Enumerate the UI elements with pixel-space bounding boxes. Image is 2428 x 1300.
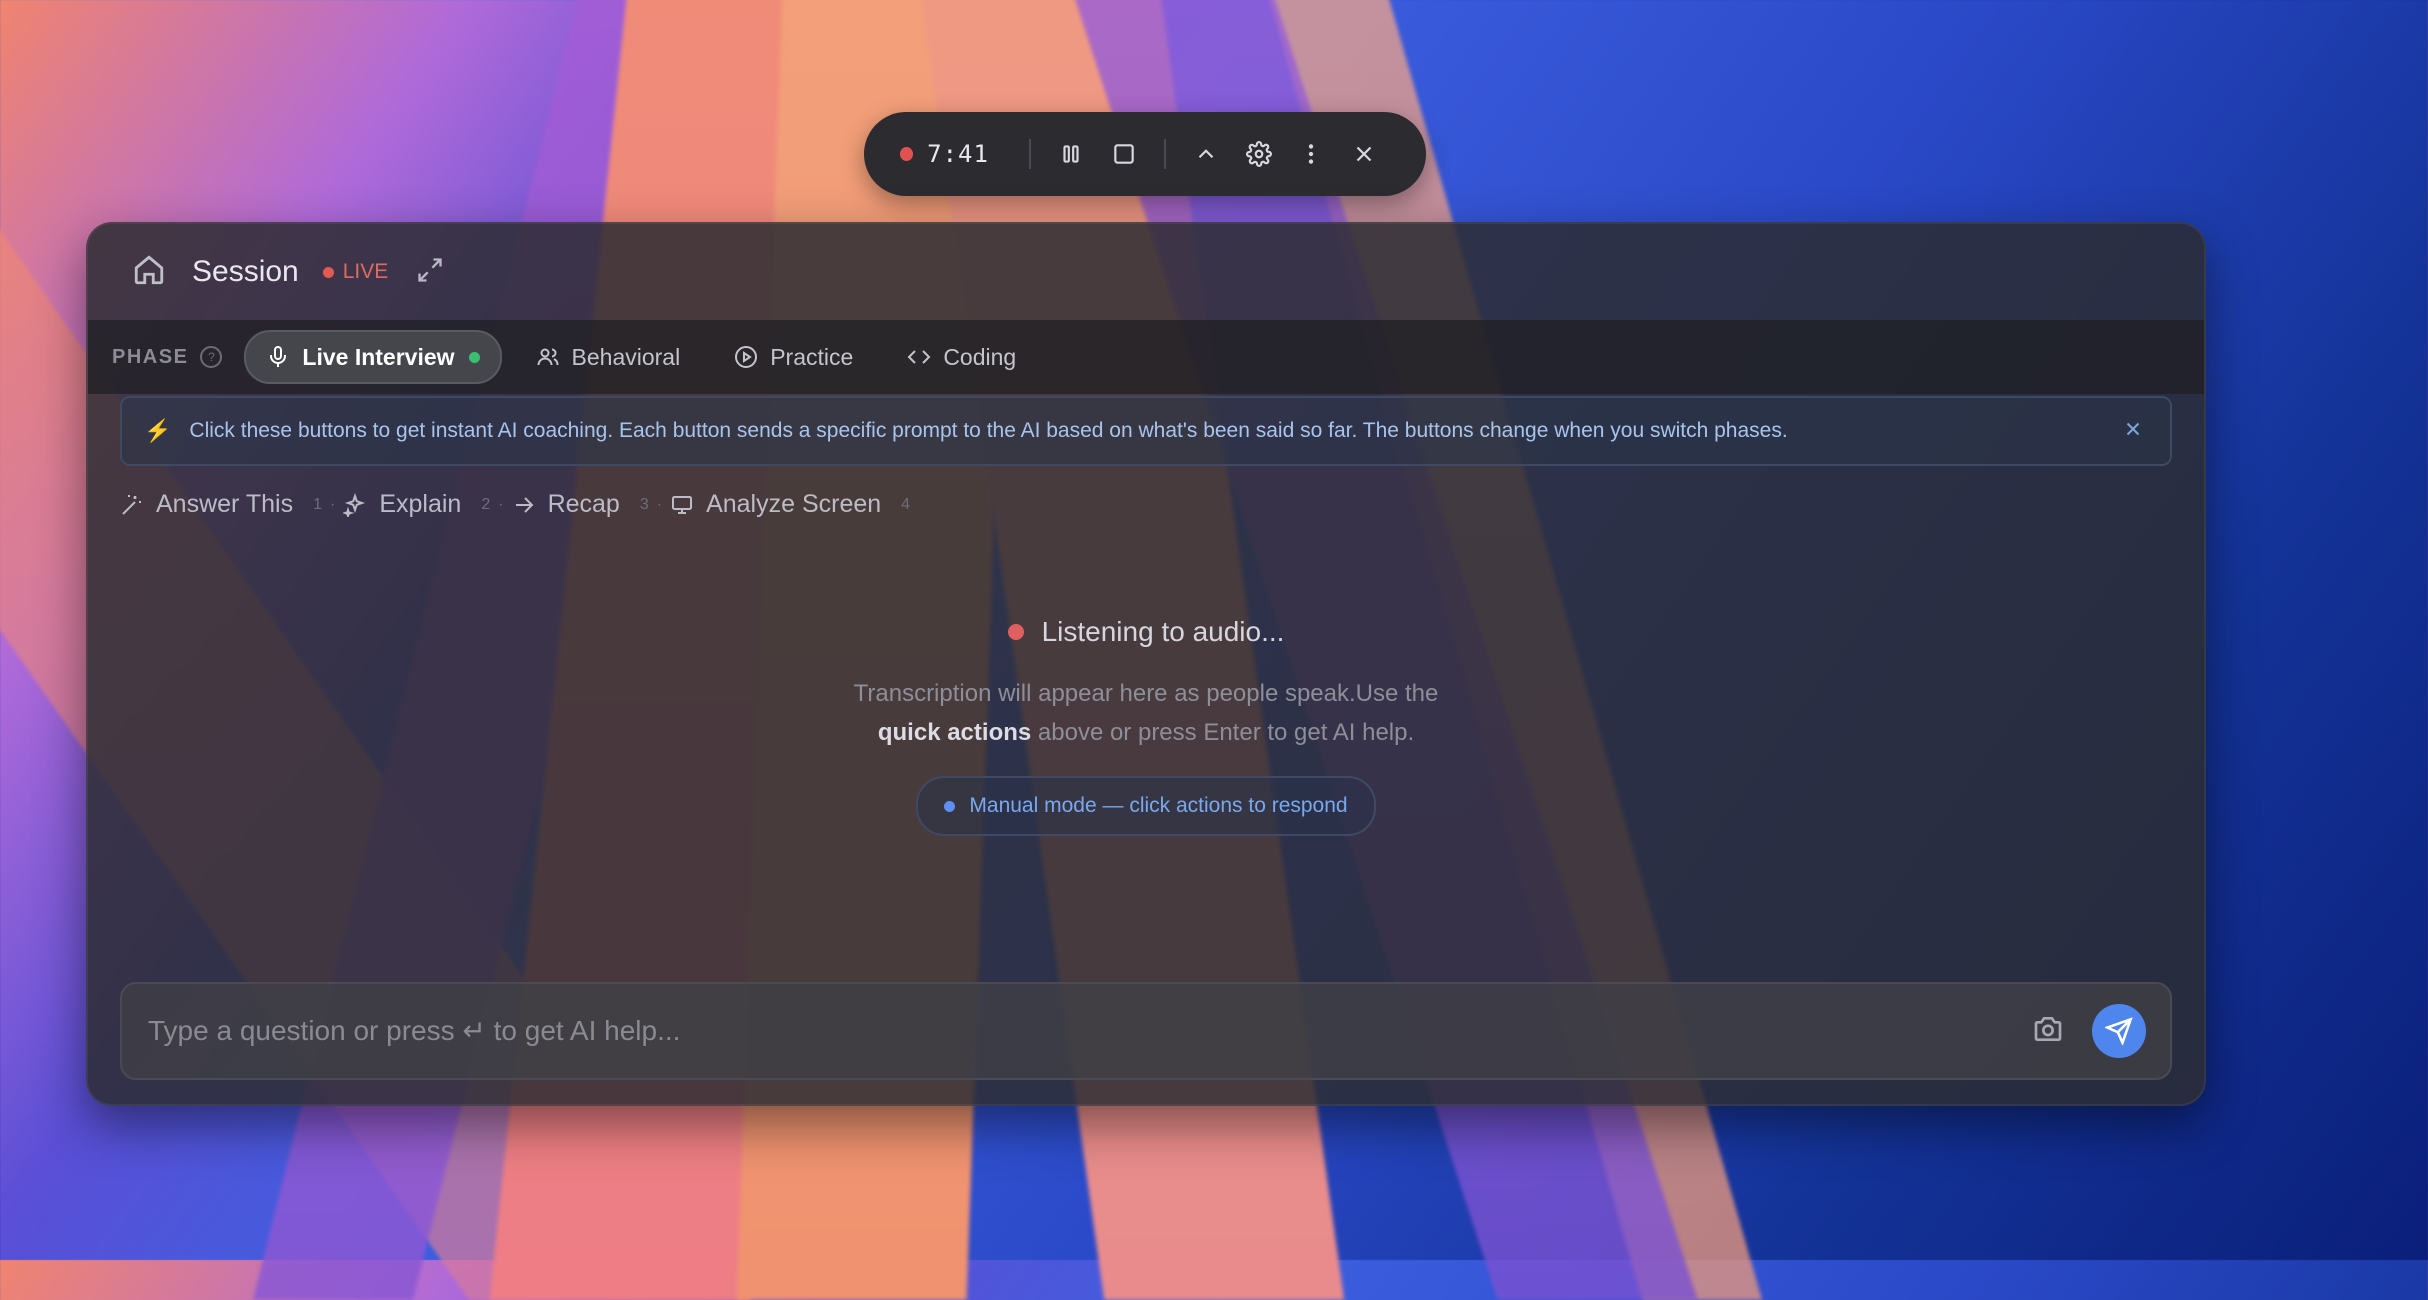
dismiss-banner-button[interactable]	[2122, 418, 2150, 446]
live-label: LIVE	[342, 260, 389, 283]
divider	[1163, 139, 1166, 169]
description-text: above or press Enter to get AI help.	[1031, 719, 1415, 746]
recording-timer: 7:41	[927, 140, 989, 168]
home-icon	[134, 254, 164, 284]
monitor-icon	[672, 495, 693, 514]
mode-dot-icon	[944, 800, 956, 812]
manual-mode-badge: Manual mode — click actions to respond	[916, 776, 1376, 836]
users-icon	[537, 348, 559, 366]
arrow-right-icon	[515, 496, 533, 513]
panel-header: Session LIVE	[88, 224, 2204, 320]
action-label: Answer This	[156, 490, 294, 518]
play-circle-icon	[735, 346, 758, 368]
tab-behavioral[interactable]: Behavioral	[516, 332, 701, 382]
settings-button[interactable]	[1232, 126, 1285, 182]
magic-wand-icon	[122, 494, 141, 515]
close-button[interactable]	[1337, 126, 1390, 182]
more-button[interactable]	[1285, 126, 1338, 182]
tab-label: Coding	[943, 343, 1017, 370]
recap-button[interactable]: Recap	[512, 490, 620, 519]
more-vertical-icon	[1308, 144, 1314, 164]
stop-button[interactable]	[1097, 126, 1150, 182]
action-label: Analyze Screen	[706, 490, 882, 518]
mic-icon	[270, 346, 287, 367]
session-panel: Session LIVE PHASE ? Live Interview Beha…	[86, 222, 2206, 1106]
tab-label: Behavioral	[571, 343, 681, 370]
shortcut-hint: 3	[639, 495, 649, 513]
pause-button[interactable]	[1045, 126, 1098, 182]
code-icon	[907, 350, 931, 364]
description-text: Transcription will appear here as people…	[853, 680, 1439, 707]
camera-icon	[2034, 1016, 2062, 1041]
screenshot-button[interactable]	[2032, 1013, 2064, 1050]
home-button[interactable]	[132, 253, 166, 292]
close-icon	[1356, 146, 1371, 162]
page-title: Session	[192, 255, 299, 288]
expand-button[interactable]	[416, 256, 444, 289]
tab-practice[interactable]: Practice	[714, 332, 873, 382]
separator: ·	[330, 495, 336, 513]
divider	[1028, 139, 1031, 169]
action-label: Recap	[547, 490, 620, 518]
listening-status: Listening to audio...	[88, 616, 2204, 648]
tab-label: Live Interview	[302, 343, 455, 370]
recording-control-bar: 7:41	[864, 112, 1426, 196]
close-icon	[2126, 422, 2140, 436]
empty-state-description: Transcription will appear here as people…	[846, 674, 1446, 752]
active-dot-icon	[468, 351, 480, 363]
live-badge: LIVE	[322, 260, 389, 284]
pause-icon	[1063, 145, 1079, 163]
description-emphasis: quick actions	[877, 719, 1032, 746]
transcript-empty-state: Listening to audio... Transcription will…	[88, 616, 2204, 836]
tab-live-interview[interactable]: Live Interview	[244, 330, 502, 384]
tab-coding[interactable]: Coding	[887, 332, 1036, 382]
send-icon	[2105, 1017, 2133, 1045]
phase-bar: PHASE ? Live Interview Behavioral Practi…	[88, 320, 2204, 394]
info-banner-text: Click these buttons to get instant AI co…	[189, 419, 1788, 442]
question-input[interactable]	[146, 1014, 2032, 1048]
answer-this-button[interactable]: Answer This	[120, 490, 293, 519]
stop-icon	[1113, 144, 1134, 164]
shortcut-hint: 4	[901, 495, 911, 513]
quick-actions: Answer This 1 · Explain 2 · Recap 3 · An…	[120, 490, 2204, 519]
listening-text: Listening to audio...	[1041, 616, 1285, 647]
phase-label: PHASE	[112, 345, 189, 368]
action-label: Explain	[379, 490, 462, 518]
chevron-up-icon	[1198, 149, 1214, 159]
expand-icon	[418, 257, 442, 282]
lightning-icon: ⚡	[144, 418, 172, 443]
shortcut-hint: 1	[313, 495, 322, 513]
listening-dot-icon	[1007, 624, 1024, 640]
separator: ·	[498, 495, 504, 513]
explain-button[interactable]: Explain	[343, 490, 461, 519]
tab-label: Practice	[770, 343, 854, 370]
question-input-bar	[120, 982, 2172, 1080]
send-button[interactable]	[2092, 1004, 2146, 1058]
help-icon[interactable]: ?	[200, 346, 223, 368]
collapse-button[interactable]	[1180, 126, 1233, 182]
live-dot-icon	[322, 266, 334, 278]
separator: ·	[656, 495, 663, 513]
shortcut-hint: 2	[481, 495, 491, 513]
gear-icon	[1245, 141, 1272, 167]
sparkles-icon	[343, 492, 366, 517]
analyze-screen-button[interactable]: Analyze Screen	[670, 490, 881, 519]
mode-badge-text: Manual mode — click actions to respond	[969, 794, 1348, 817]
info-banner: ⚡ Click these buttons to get instant AI …	[120, 396, 2172, 466]
record-dot-icon	[900, 147, 914, 161]
